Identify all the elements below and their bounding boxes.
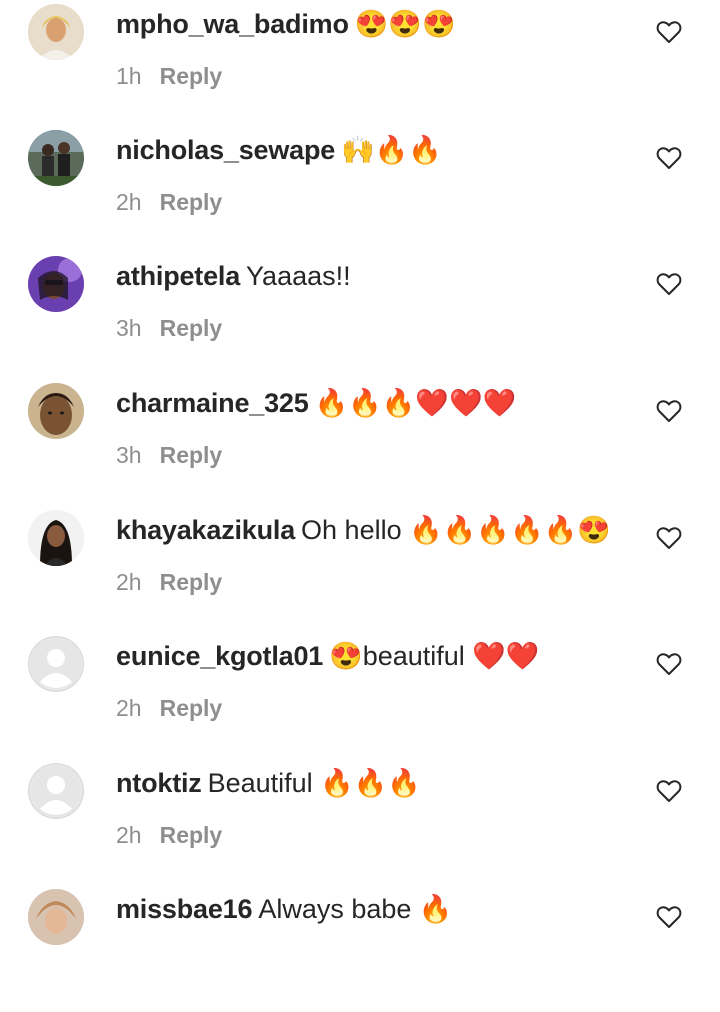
- avatar[interactable]: [28, 763, 84, 819]
- like-button[interactable]: [656, 526, 682, 550]
- heart-outline-icon: [656, 653, 682, 675]
- comment-body: missbae16 Always babe 🔥: [116, 885, 636, 933]
- comment-username[interactable]: nicholas_sewape: [116, 135, 335, 165]
- reply-button[interactable]: Reply: [160, 63, 223, 89]
- heart-outline-icon: [656, 147, 682, 169]
- comment-body: charmaine_325 🔥🔥🔥❤️❤️❤️: [116, 379, 636, 427]
- user-avatar-photo-icon: [28, 130, 84, 186]
- comment-item: nicholas_sewape 🙌🔥🔥 2h Reply: [0, 126, 720, 253]
- comment-body: eunice_kgotla01 😍beautiful ❤️❤️: [116, 632, 636, 680]
- reply-button[interactable]: Reply: [160, 189, 223, 215]
- heart-outline-icon: [656, 780, 682, 802]
- comment-text: 🔥🔥🔥❤️❤️❤️: [314, 388, 517, 418]
- comment-time: 1h: [116, 63, 142, 89]
- like-button[interactable]: [656, 779, 682, 803]
- heart-outline-icon: [656, 273, 682, 295]
- heart-outline-icon: [656, 906, 682, 928]
- comment-item: athipetela Yaaaas!! 3h Reply: [0, 252, 720, 379]
- comment-body: athipetela Yaaaas!!: [116, 252, 636, 300]
- like-button[interactable]: [656, 272, 682, 296]
- heart-outline-icon: [656, 527, 682, 549]
- comment-body: khayakazikula Oh hello 🔥🔥🔥🔥🔥😍: [116, 506, 636, 554]
- user-avatar-photo-icon: [28, 256, 84, 312]
- avatar[interactable]: [28, 636, 84, 692]
- avatar[interactable]: [28, 130, 84, 186]
- reply-button[interactable]: Reply: [160, 822, 223, 848]
- like-button[interactable]: [656, 905, 682, 929]
- comment-item: charmaine_325 🔥🔥🔥❤️❤️❤️ 3h Reply: [0, 379, 720, 506]
- comment-text: Yaaaas!!: [246, 261, 351, 291]
- comment-time: 3h: [116, 315, 142, 341]
- like-button[interactable]: [656, 146, 682, 170]
- comment-time: 2h: [116, 189, 142, 215]
- heart-outline-icon: [656, 21, 682, 43]
- user-avatar-photo-icon: [28, 510, 84, 566]
- comment-meta: 1h Reply: [116, 56, 222, 96]
- comment-text: 😍😍😍: [354, 9, 456, 39]
- comment-item: eunice_kgotla01 😍beautiful ❤️❤️ 2h Reply: [0, 632, 720, 759]
- comment-username[interactable]: athipetela: [116, 261, 240, 291]
- comment-body: ntoktiz Beautiful 🔥🔥🔥: [116, 759, 636, 807]
- comment-username[interactable]: missbae16: [116, 894, 253, 924]
- comment-time: 2h: [116, 569, 142, 595]
- comment-item: missbae16 Always babe 🔥: [0, 885, 720, 1012]
- comment-meta: 2h Reply: [116, 182, 222, 222]
- comment-text: 🙌🔥🔥: [341, 135, 442, 165]
- user-avatar-photo-icon: [28, 383, 84, 439]
- comment-item: ntoktiz Beautiful 🔥🔥🔥 2h Reply: [0, 759, 720, 886]
- heart-outline-icon: [656, 400, 682, 422]
- comment-text: Oh hello 🔥🔥🔥🔥🔥😍: [301, 515, 611, 545]
- comment-body: nicholas_sewape 🙌🔥🔥: [116, 126, 636, 174]
- avatar[interactable]: [28, 510, 84, 566]
- reply-button[interactable]: Reply: [160, 315, 223, 341]
- comment-meta: 2h Reply: [116, 815, 222, 855]
- comment-username[interactable]: mpho_wa_badimo: [116, 9, 349, 39]
- avatar[interactable]: [28, 889, 84, 945]
- comment-meta: 2h Reply: [116, 562, 222, 602]
- comment-username[interactable]: eunice_kgotla01: [116, 641, 323, 671]
- comment-body: mpho_wa_badimo 😍😍😍: [116, 0, 636, 48]
- avatar[interactable]: [28, 256, 84, 312]
- comment-time: 2h: [116, 822, 142, 848]
- user-avatar-photo-icon: [28, 889, 84, 945]
- comment-item: khayakazikula Oh hello 🔥🔥🔥🔥🔥😍 2h Reply: [0, 506, 720, 633]
- comment-text: Always babe 🔥: [258, 894, 453, 924]
- comment-text: Beautiful 🔥🔥🔥: [207, 768, 422, 798]
- like-button[interactable]: [656, 652, 682, 676]
- reply-button[interactable]: Reply: [160, 569, 223, 595]
- comment-meta: 3h Reply: [116, 308, 222, 348]
- avatar[interactable]: [28, 4, 84, 60]
- comments-list: mpho_wa_badimo 😍😍😍 1h Reply nicholas_sew…: [0, 0, 720, 945]
- comment-username[interactable]: ntoktiz: [116, 768, 202, 798]
- comment-meta: 2h Reply: [116, 688, 222, 728]
- comment-username[interactable]: khayakazikula: [116, 515, 295, 545]
- comment-username[interactable]: charmaine_325: [116, 388, 309, 418]
- comment-item: mpho_wa_badimo 😍😍😍 1h Reply: [0, 0, 720, 127]
- like-button[interactable]: [656, 399, 682, 423]
- reply-button[interactable]: Reply: [160, 695, 223, 721]
- default-profile-icon: [28, 763, 84, 819]
- comment-time: 3h: [116, 442, 142, 468]
- reply-button[interactable]: Reply: [160, 442, 223, 468]
- comment-time: 2h: [116, 695, 142, 721]
- comment-meta: 3h Reply: [116, 435, 222, 475]
- like-button[interactable]: [656, 20, 682, 44]
- avatar[interactable]: [28, 383, 84, 439]
- user-avatar-photo-icon: [28, 4, 84, 60]
- default-profile-icon: [28, 636, 84, 692]
- comment-text: 😍beautiful ❤️❤️: [329, 641, 540, 671]
